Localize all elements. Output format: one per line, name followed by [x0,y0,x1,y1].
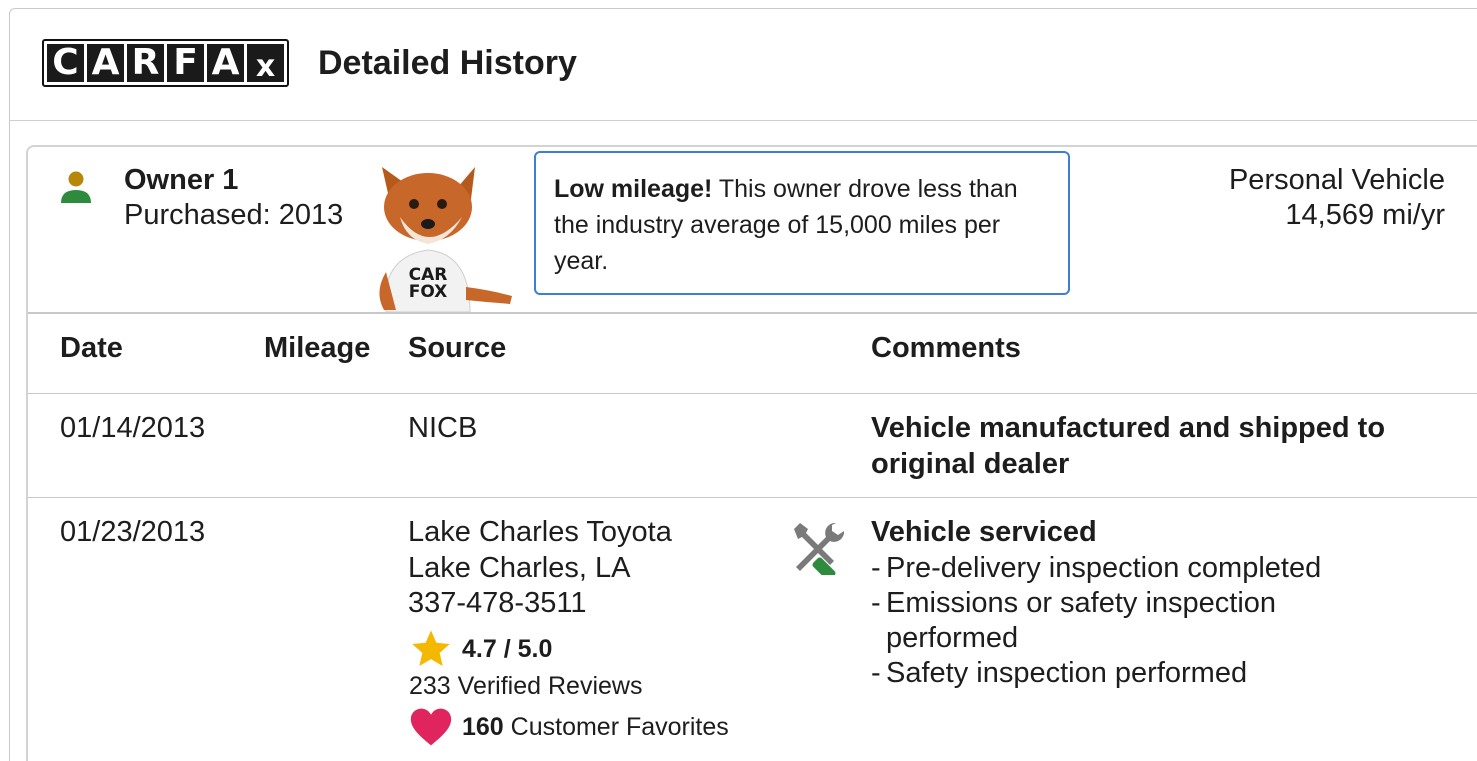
dealer-rating: 4.7 / 5.0 [410,629,552,669]
source-location: Lake Charles, LA [408,552,631,584]
logo-letter: x [247,44,284,84]
logo-letter: A [207,44,244,82]
vehicle-type: Personal Vehicle [1228,164,1445,196]
owner-title: Owner 1 [124,164,239,196]
row-date: 01/14/2013 [60,412,206,444]
mileage-per-year: 14,569 mi/yr [1285,199,1445,231]
list-item: Pre-delivery inspection completed [871,551,1341,586]
row-divider [28,497,1477,498]
logo-letter: R [127,44,164,82]
service-tools-icon [794,522,844,575]
rating-value: 4.7 / 5.0 [462,634,553,663]
owner-purchased: Purchased: 2013 [124,199,344,231]
fox-shirt-text: FOX [409,282,448,302]
list-item: Emissions or safety inspection performed [871,586,1341,656]
favorites-label: Customer Favorites [503,712,729,741]
page-title: Detailed History [318,44,577,82]
service-items-list: Pre-delivery inspection completed Emissi… [871,551,1341,691]
column-header-date: Date [60,332,123,364]
row-comment-title: Vehicle serviced [871,516,1097,548]
low-mileage-callout: Low mileage! This owner drove less than … [534,151,1070,295]
customer-favorites: 160 Customer Favorites [410,707,729,747]
heart-icon [410,708,452,746]
column-header-mileage: Mileage [264,332,371,364]
logo-letter: C [47,44,84,82]
car-fox-mascot: CAR FOX [379,167,512,312]
source-phone: 337-478-3511 [408,587,587,619]
callout-highlight: Low mileage! [554,175,713,203]
row-source: NICB [408,412,478,444]
star-icon [412,630,450,667]
column-header-comments: Comments [871,332,1021,364]
logo-letter: F [167,44,204,82]
favorites-count: 160 [462,712,504,741]
carfax-logo: C A R F A x [42,39,289,87]
column-header-source: Source [408,332,507,364]
table-header [28,312,1477,394]
source-name: Lake Charles Toyota [408,516,672,548]
row-date: 01/23/2013 [60,516,206,548]
row-comment-title: Vehicle manufactured and shipped to orig… [871,412,1386,480]
verified-reviews-link[interactable]: 233 Verified Reviews [409,672,642,701]
list-item: Safety inspection performed [871,656,1341,691]
logo-letter: A [87,44,124,82]
person-icon [61,171,91,203]
